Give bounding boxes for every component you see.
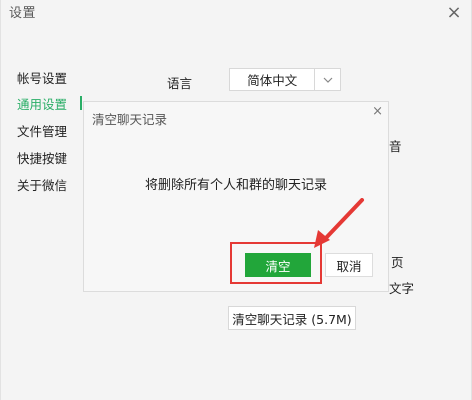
sidebar-item-files[interactable]: 文件管理	[17, 121, 67, 140]
language-label: 语言	[167, 76, 193, 91]
window-close-button[interactable]: ×	[437, 0, 471, 26]
language-select-value: 简体中文	[247, 73, 298, 88]
partial-page-setting-text: 页	[391, 255, 404, 270]
sidebar-item-about[interactable]: 关于微信	[17, 175, 67, 194]
clear-history-dialog: 清空聊天记录 × 将删除所有个人和群的聊天记录 清空 取消	[83, 101, 389, 292]
cancel-button[interactable]: 取消	[325, 253, 373, 277]
partial-sound-setting-text: 音	[389, 139, 402, 154]
chevron-down-icon[interactable]	[314, 69, 340, 90]
clear-chat-history-button[interactable]: 清空聊天记录 (5.7M)	[228, 306, 356, 330]
partial-text-setting-text: 文字	[389, 281, 415, 296]
settings-window: 设置 × 帐号设置 通用设置 文件管理 快捷按键 关于微信 语言 简体中文 音 …	[0, 0, 472, 400]
dialog-close-icon[interactable]: ×	[372, 105, 383, 118]
highlight-box	[230, 242, 322, 284]
sidebar-active-indicator	[80, 96, 82, 110]
language-select[interactable]: 简体中文	[229, 68, 341, 91]
dialog-message: 将删除所有个人和群的聊天记录	[144, 178, 327, 193]
close-icon: ×	[446, 2, 462, 23]
sidebar-item-shortcuts[interactable]: 快捷按键	[17, 148, 67, 167]
dialog-title: 清空聊天记录	[92, 112, 168, 127]
sidebar-item-account[interactable]: 帐号设置	[17, 68, 67, 87]
sidebar-item-general[interactable]: 通用设置	[17, 94, 67, 113]
window-title: 设置	[9, 6, 37, 21]
